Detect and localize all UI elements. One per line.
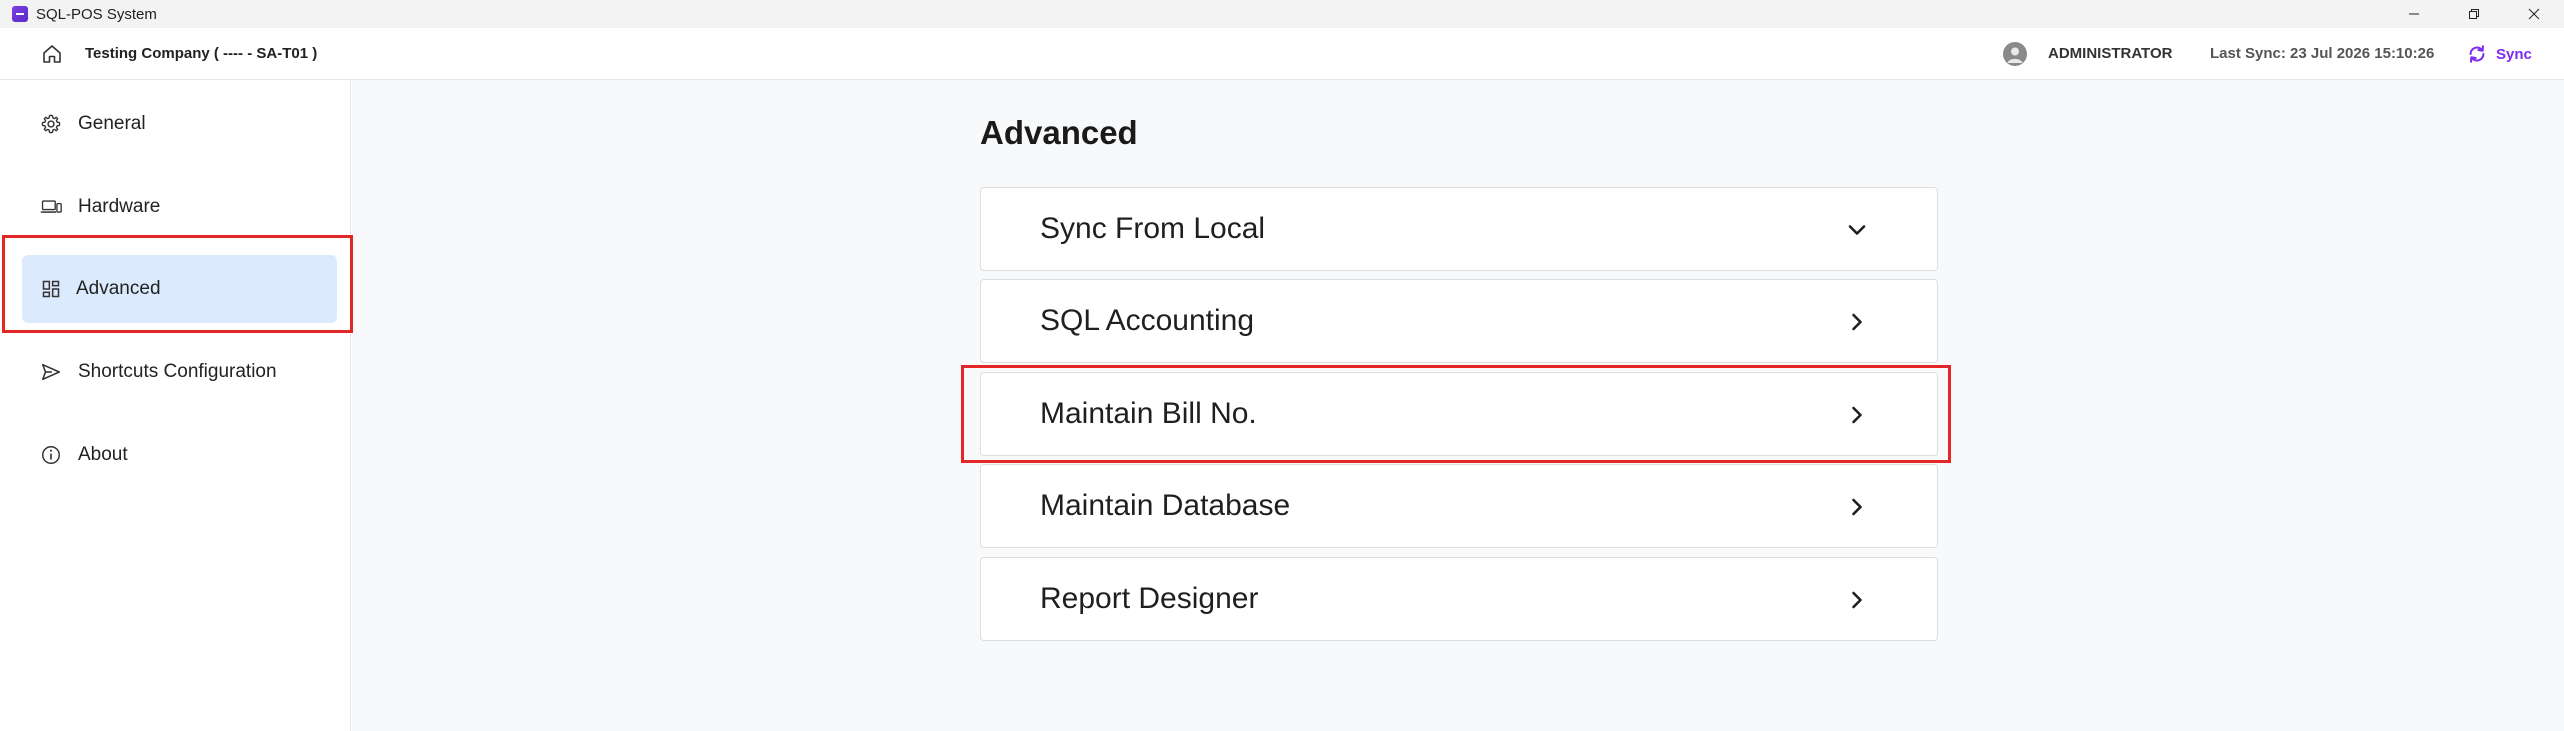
- dashboard-icon: [40, 278, 62, 300]
- devices-icon: [40, 196, 62, 218]
- page-title: Advanced: [980, 114, 1138, 151]
- sidebar-item-shortcuts-configuration[interactable]: Shortcuts Configuration: [22, 338, 337, 406]
- sidebar-item-label: Hardware: [78, 196, 161, 217]
- last-sync-timestamp: Last Sync: 23 Jul 2026 15:10:26: [2210, 45, 2435, 62]
- section-maintain-database[interactable]: Maintain Database: [980, 464, 1938, 548]
- home-icon[interactable]: [40, 42, 64, 66]
- sidebar-item-hardware[interactable]: Hardware: [22, 173, 337, 241]
- sidebar-item-label: About: [78, 444, 128, 465]
- section-label: Maintain Bill No.: [1040, 397, 1257, 430]
- sidebar-item-label: Shortcuts Configuration: [78, 361, 277, 382]
- sidebar-item-label: Advanced: [76, 278, 161, 299]
- chevron-right-icon: [1852, 591, 1862, 609]
- section-label: SQL Accounting: [1040, 304, 1255, 337]
- app-icon: [12, 6, 28, 22]
- user-name: ADMINISTRATOR: [2048, 45, 2173, 62]
- company-name: Testing Company ( ---- - SA-T01 ): [85, 45, 318, 62]
- sync-button[interactable]: Sync: [2466, 41, 2532, 67]
- section-report-designer[interactable]: Report Designer: [980, 557, 1938, 641]
- send-icon: [40, 361, 62, 383]
- minimize-icon: [2409, 13, 2419, 15]
- section-sql-accounting[interactable]: SQL Accounting: [980, 279, 1938, 363]
- user-icon: [2007, 47, 2023, 63]
- restore-button[interactable]: [2444, 0, 2504, 28]
- chevron-right-icon: [1852, 313, 1862, 331]
- section-label: Sync From Local: [1040, 212, 1266, 245]
- sync-icon: [2469, 45, 2485, 63]
- section-label: Maintain Database: [1040, 489, 1291, 522]
- gear-icon: [40, 113, 62, 135]
- chevron-right-icon: [1852, 406, 1862, 424]
- sidebar: General Hardware Advanced Shortcuts Conf…: [0, 80, 351, 731]
- sidebar-item-label: General: [78, 113, 146, 134]
- sidebar-item-advanced[interactable]: Advanced: [22, 255, 337, 323]
- avatar[interactable]: [2003, 42, 2027, 66]
- close-button[interactable]: [2504, 0, 2564, 28]
- sidebar-item-about[interactable]: About: [22, 421, 337, 489]
- sync-button-label: Sync: [2496, 45, 2532, 63]
- section-sync-from-local[interactable]: Sync From Local: [980, 187, 1938, 271]
- info-icon: [40, 444, 62, 466]
- chevron-down-icon: [1848, 225, 1866, 235]
- chevron-right-icon: [1852, 498, 1862, 516]
- section-maintain-bill-no[interactable]: Maintain Bill No.: [980, 372, 1938, 456]
- restore-icon: [2469, 9, 2479, 19]
- window-title: SQL-POS System: [36, 5, 157, 23]
- minimize-button[interactable]: [2384, 0, 2444, 28]
- title-bar: SQL-POS System: [0, 0, 2564, 28]
- sidebar-item-general[interactable]: General: [22, 90, 337, 158]
- app-header: Testing Company ( ---- - SA-T01 ) ADMINI…: [0, 28, 2564, 80]
- close-icon: [2528, 8, 2540, 20]
- section-label: Report Designer: [1040, 582, 1259, 615]
- window-controls: [2384, 0, 2564, 28]
